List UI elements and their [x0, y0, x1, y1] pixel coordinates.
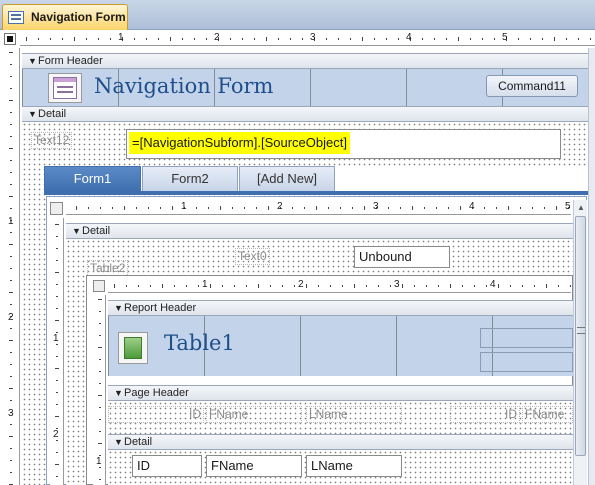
- main-vertical-scrollbar[interactable]: [588, 48, 595, 485]
- form-selector[interactable]: [4, 33, 16, 45]
- form-icon: [8, 11, 24, 24]
- report-detail-section-bar[interactable]: ▼Detail: [108, 434, 573, 450]
- section-arrow-icon: ▼: [114, 437, 123, 447]
- nav-tab-underline: [44, 191, 589, 195]
- report-title[interactable]: Table1: [164, 331, 235, 355]
- vruler-number: 2: [8, 312, 14, 323]
- ruler-number: 5: [565, 201, 571, 212]
- page-header-section-bar[interactable]: ▼Page Header: [108, 385, 573, 401]
- ruler-number: 3: [394, 279, 400, 290]
- tab-add-new[interactable]: [Add New]: [239, 166, 335, 191]
- subreport-selector[interactable]: [93, 280, 105, 292]
- scroll-up-icon[interactable]: ▲: [577, 203, 585, 212]
- ph-fname-label-2[interactable]: FName: [522, 406, 573, 423]
- document-tab[interactable]: Navigation Form: [2, 4, 128, 30]
- section-arrow-icon: ▼: [72, 226, 81, 236]
- report-header-section-bar[interactable]: ▼Report Header: [108, 300, 573, 316]
- main-vruler-ticks: [9, 52, 13, 485]
- main-horizontal-ruler: 1 2 3 4 5: [20, 32, 595, 46]
- report-header-label: Report Header: [124, 302, 197, 314]
- subform-vertical-ruler: 1 2: [50, 218, 64, 485]
- command11-button[interactable]: Command11: [486, 75, 578, 97]
- logo-form-icon: [53, 77, 77, 99]
- section-arrow-icon: ▼: [28, 56, 37, 66]
- detail-fname-field[interactable]: FName: [206, 455, 302, 477]
- text0-label[interactable]: Text0: [235, 248, 270, 265]
- subform-horizontal-ruler: 1 2 3 4 5: [66, 201, 571, 215]
- ph-fname-label[interactable]: FName: [206, 406, 302, 423]
- page-header-label: Page Header: [124, 387, 189, 399]
- tab-form1[interactable]: Form1: [44, 166, 141, 191]
- form-header-label: Form Header: [38, 55, 103, 67]
- section-arrow-icon: ▼: [114, 303, 123, 313]
- section-arrow-icon: ▼: [28, 109, 37, 119]
- vruler-number: 1: [96, 456, 102, 467]
- vruler-number: 1: [8, 216, 14, 227]
- detail-section-bar[interactable]: ▼Detail: [22, 106, 595, 122]
- header-title[interactable]: Navigation Form: [94, 74, 273, 98]
- unbound-textbox[interactable]: Unbound: [354, 246, 450, 268]
- form-header-section-bar[interactable]: ▼Form Header: [22, 53, 595, 69]
- ruler-number: 3: [310, 32, 316, 43]
- report-logo-icon: [124, 337, 142, 359]
- report-logo[interactable]: [118, 332, 148, 364]
- ruler-number: 1: [118, 32, 124, 43]
- detail-id-field[interactable]: ID: [132, 455, 202, 477]
- report-header-box-2: [480, 352, 573, 372]
- vruler-number: 3: [8, 408, 14, 419]
- text12-label[interactable]: Text12: [31, 132, 73, 149]
- ruler-number: 2: [277, 201, 283, 212]
- ruler-number: 1: [202, 279, 208, 290]
- ruler-number: 4: [406, 32, 412, 43]
- vruler-number: 1: [53, 333, 59, 344]
- vruler-number: 2: [53, 429, 59, 440]
- ruler-number: 5: [502, 32, 508, 43]
- subform-vertical-scrollbar[interactable]: ▲: [573, 200, 587, 485]
- expression-highlighted: =[NavigationSubform].[SourceObject]: [129, 132, 350, 154]
- ruler-number: 2: [214, 32, 220, 43]
- document-tab-title: Navigation Form: [31, 10, 126, 24]
- report-header-box-1: [480, 328, 573, 348]
- expression-textbox[interactable]: =[NavigationSubform].[SourceObject]: [126, 129, 561, 159]
- ruler-number: 3: [373, 201, 379, 212]
- ruler-number: 4: [490, 279, 496, 290]
- header-logo[interactable]: [48, 73, 82, 103]
- navigation-subform-container: Form1 Form2 [Add New] 1 2 3 4 5 ▲ 1 2 ▼D…: [44, 166, 589, 485]
- scroll-thumb[interactable]: [575, 216, 586, 456]
- subform-ruler-ticks: [76, 206, 569, 210]
- ruler-number: 1: [181, 201, 187, 212]
- subform-detail-label: Detail: [82, 225, 111, 237]
- ruler-number: 4: [469, 201, 475, 212]
- subreport-ruler-ticks: [114, 284, 571, 288]
- subform-detail-section-bar[interactable]: ▼Detail: [66, 223, 573, 239]
- section-arrow-icon: ▼: [114, 388, 123, 398]
- ph-id-label[interactable]: ID: [108, 406, 204, 423]
- subreport-vertical-ruler: 1: [93, 295, 106, 485]
- subform-selector[interactable]: [50, 202, 63, 215]
- grip-icon: [577, 327, 585, 334]
- tab-form2[interactable]: Form2: [142, 166, 238, 191]
- main-ruler-ticks: [26, 37, 591, 41]
- detail-label: Detail: [38, 108, 67, 120]
- report-detail-label: Detail: [124, 436, 153, 448]
- subform-vruler-ticks: [55, 224, 59, 477]
- detail-lname-field[interactable]: LName: [306, 455, 402, 477]
- ruler-number: 2: [298, 279, 304, 290]
- ph-lname-label[interactable]: LName: [306, 406, 402, 423]
- ph-id-label-2[interactable]: ID: [450, 406, 520, 423]
- subreport-horizontal-ruler: 1 2 3 4: [108, 279, 571, 293]
- main-vertical-ruler: 1 2 3: [4, 48, 20, 485]
